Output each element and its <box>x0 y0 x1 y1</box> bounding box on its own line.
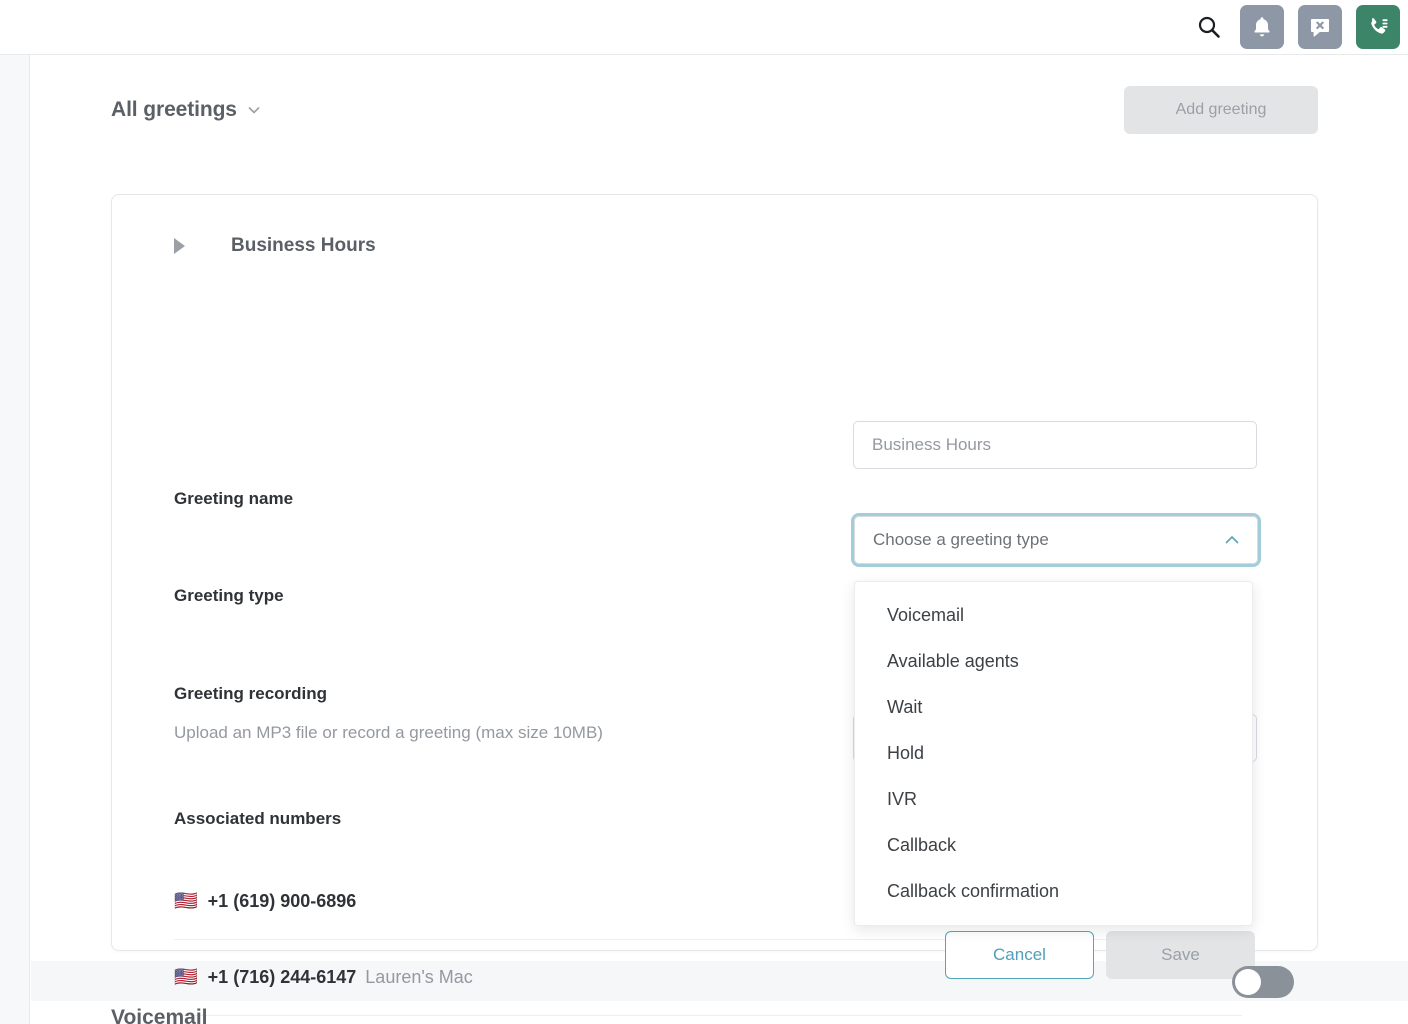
associated-numbers-label: Associated numbers <box>174 809 342 828</box>
dropdown-option-callback-confirmation[interactable]: Callback confirmation <box>855 868 1252 914</box>
chevron-up-icon[interactable] <box>1223 531 1241 549</box>
search-icon-glyph <box>1198 16 1220 38</box>
top-header-bar <box>0 0 1408 55</box>
left-sidebar-rail <box>0 55 30 1024</box>
greeting-type-select[interactable]: Choose a greeting type <box>854 516 1258 564</box>
greetings-filter-dropdown[interactable]: All greetings <box>111 98 261 122</box>
chevron-down-icon <box>247 103 261 117</box>
dropdown-option-hold[interactable]: Hold <box>855 730 1252 776</box>
greeting-name-input[interactable]: Business Hours <box>853 421 1257 469</box>
greeting-recording-label: Greeting recording <box>174 684 328 703</box>
triangle-right-icon[interactable] <box>174 238 185 254</box>
phone-number: +1 (619) 900-6896 <box>207 891 357 911</box>
notifications-icon[interactable] <box>1240 5 1284 49</box>
add-greeting-button[interactable]: Add greeting <box>1124 86 1318 134</box>
header-actions <box>1192 5 1400 49</box>
dropdown-option-available-agents[interactable]: Available agents <box>855 638 1252 684</box>
dropdown-option-callback[interactable]: Callback <box>855 822 1252 868</box>
chat-bubble-x-icon-glyph <box>1311 19 1329 37</box>
us-flag-icon: 🇺🇸 <box>174 967 198 988</box>
toggle-knob <box>1235 969 1261 995</box>
card-expander-row[interactable]: Business Hours <box>174 235 376 257</box>
message-dismiss-icon[interactable] <box>1298 5 1342 49</box>
dropdown-option-voicemail[interactable]: Voicemail <box>855 592 1252 638</box>
phone-number: +1 (716) 244-6147 <box>207 967 357 987</box>
phone-icon-glyph <box>1371 18 1388 34</box>
device-name: Lauren's Mac <box>365 967 473 987</box>
page-header: All greetings Add greeting <box>111 80 1318 140</box>
card-title: Business Hours <box>231 235 376 256</box>
save-button[interactable]: Save <box>1106 931 1255 979</box>
cancel-button[interactable]: Cancel <box>945 931 1094 979</box>
page-title: All greetings <box>111 98 237 121</box>
greeting-type-selected-text: Choose a greeting type <box>873 530 1049 549</box>
chevron-down-icon-glyph <box>248 107 260 114</box>
bell-icon-glyph <box>1254 17 1270 37</box>
chevron-up-icon-glyph <box>1225 536 1239 544</box>
phone-keypad-icon[interactable] <box>1356 5 1400 49</box>
associated-number-toggle[interactable] <box>1232 966 1294 998</box>
dropdown-option-wait[interactable]: Wait <box>855 684 1252 730</box>
greeting-type-label: Greeting type <box>174 586 284 605</box>
main-content: All greetings Add greeting Business Hour… <box>31 56 1408 1024</box>
greeting-name-label: Greeting name <box>174 489 294 508</box>
greeting-type-dropdown-menu: Voicemail Available agents Wait Hold IVR… <box>854 581 1253 926</box>
next-section-title: Voicemail <box>111 1006 208 1024</box>
greeting-recording-description: Upload an MP3 file or record a greeting … <box>174 723 603 742</box>
app-root: All greetings Add greeting Business Hour… <box>0 0 1408 1024</box>
greeting-card: Business Hours Greeting name Business Ho… <box>111 194 1318 1016</box>
us-flag-icon: 🇺🇸 <box>174 891 198 912</box>
greeting-name-placeholder: Business Hours <box>872 435 992 454</box>
dropdown-option-ivr[interactable]: IVR <box>855 776 1252 822</box>
search-icon[interactable] <box>1192 10 1226 44</box>
